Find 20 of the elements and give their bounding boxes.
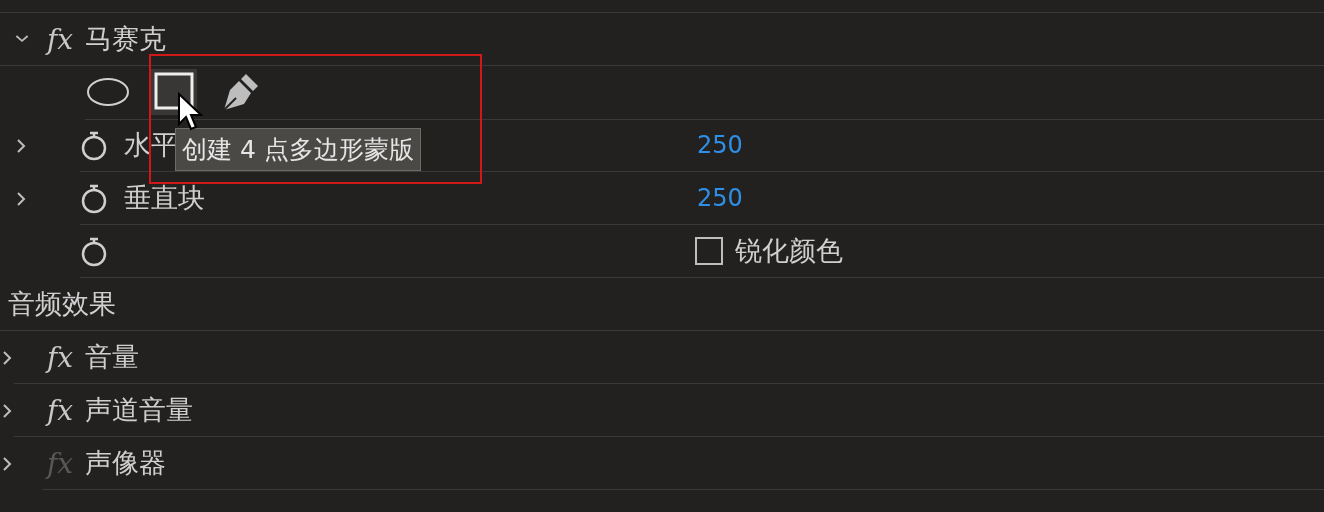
effect-name: 声道音量 [85, 393, 193, 427]
checkbox[interactable] [695, 237, 723, 265]
stopwatch-icon[interactable] [80, 235, 108, 267]
cursor-icon [177, 92, 203, 132]
property-value[interactable]: 250 [697, 184, 743, 212]
checkbox-label: 锐化颜色 [735, 234, 843, 268]
effect-name: 音量 [85, 340, 139, 374]
tooltip: 创建 4 点多边形蒙版 [175, 128, 421, 171]
stopwatch-icon[interactable] [80, 182, 108, 214]
stopwatch-icon[interactable] [80, 129, 108, 161]
fx-toggle[interactable]: fx [47, 22, 85, 56]
section-title: 音频效果 [8, 287, 116, 321]
effect-name: 声像器 [85, 446, 166, 480]
property-value[interactable]: 250 [697, 131, 743, 159]
rectangle-icon [154, 72, 194, 112]
fx-toggle[interactable]: fx [47, 340, 85, 374]
effect-name: 马赛克 [85, 22, 166, 56]
fx-toggle[interactable]: fx [47, 393, 85, 427]
ellipse-icon [86, 77, 130, 107]
property-label: 垂直块 [124, 181, 205, 215]
